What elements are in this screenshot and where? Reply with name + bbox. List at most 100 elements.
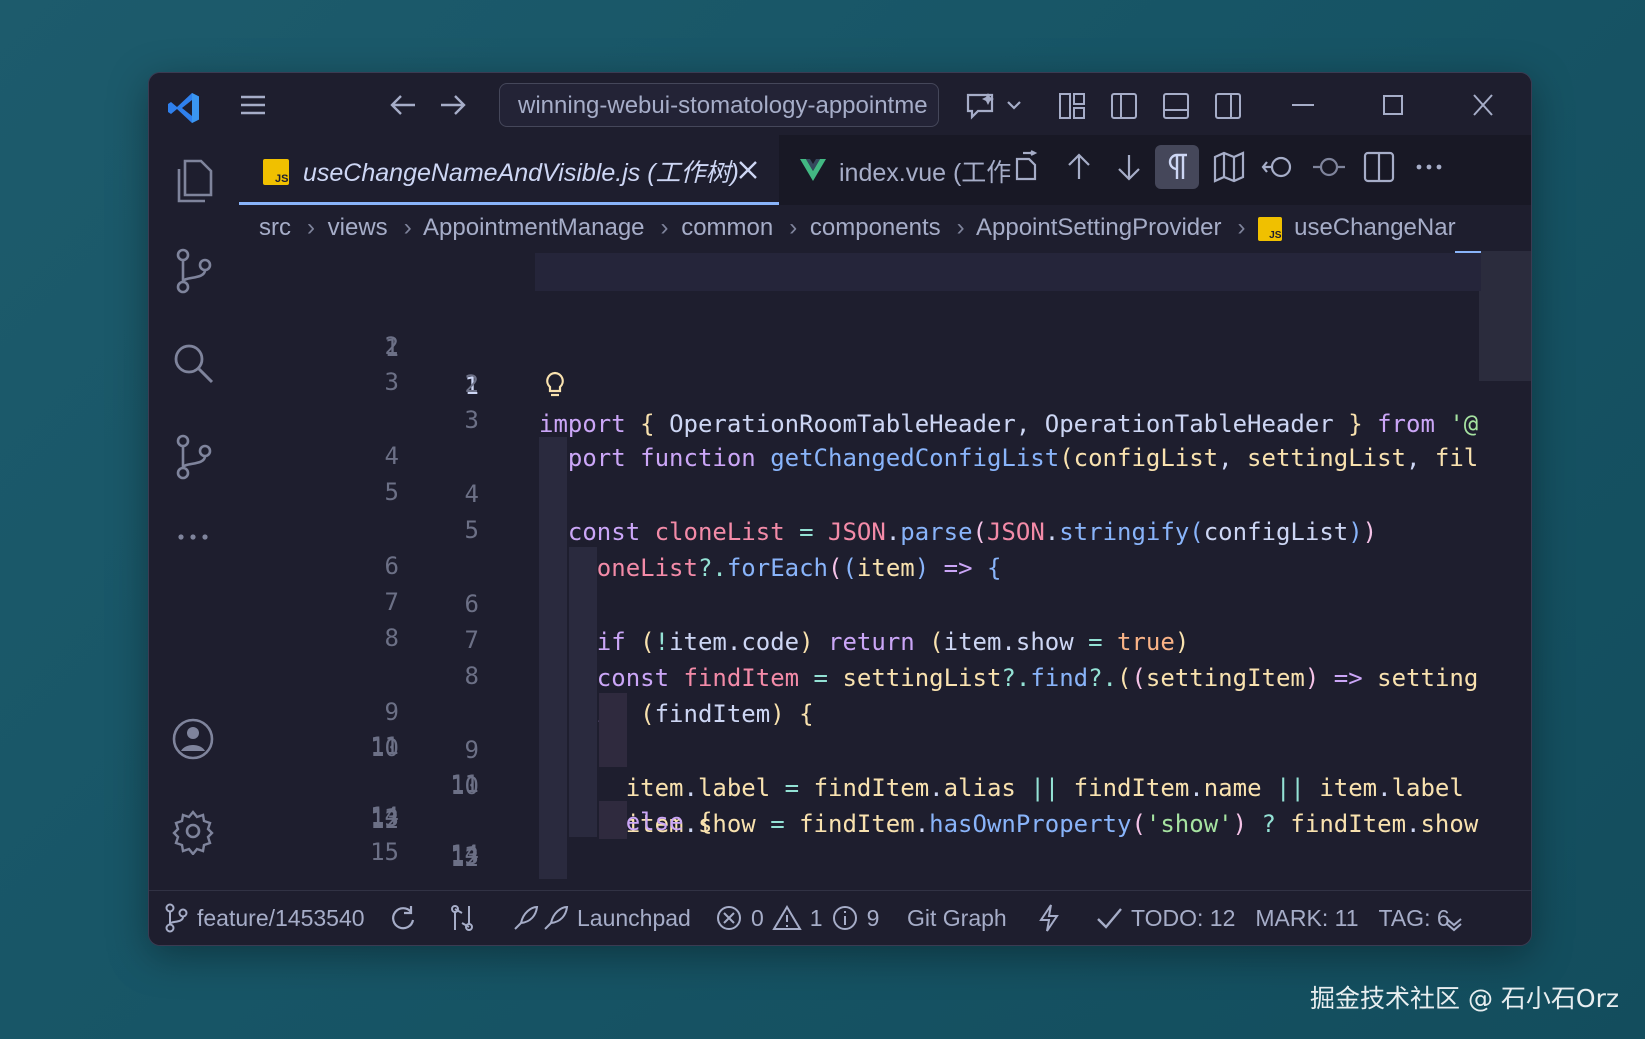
minimap-map-icon[interactable] — [1211, 149, 1247, 185]
error-icon — [715, 904, 743, 932]
branch-indicator[interactable]: feature/1453540 — [163, 901, 365, 935]
warning-icon — [772, 904, 802, 932]
previous-change-icon[interactable] — [1061, 149, 1097, 185]
code-line[interactable]: 12 12 item.show = true — [239, 649, 1531, 872]
code-line[interactable]: 10 10 item.show = findItem.hasOwnPropert… — [239, 577, 1531, 838]
minimize-icon[interactable] — [1289, 93, 1317, 117]
vscode-logo-icon[interactable] — [167, 91, 201, 125]
git-graph-icon[interactable] — [171, 433, 215, 481]
more-views-icon[interactable] — [171, 527, 215, 547]
code-line[interactable]: 4 4 const cloneList = JSON.parse(JSON.st… — [239, 361, 1531, 546]
breadcrumb-item[interactable]: src — [259, 214, 291, 241]
accounts-icon[interactable] — [171, 715, 215, 763]
todo-count: TODO: 12 — [1131, 905, 1236, 931]
git-graph-label: Git Graph — [907, 905, 1007, 931]
branch-name: feature/1453540 — [197, 905, 365, 931]
source-control-icon[interactable] — [171, 247, 215, 295]
chevron-right-icon: › — [956, 214, 965, 241]
breadcrumb-item[interactable]: useChangeNar — [1294, 214, 1455, 241]
problems-indicator[interactable]: 0 1 9 — [715, 901, 879, 935]
timeline-commit-icon[interactable] — [1311, 149, 1347, 185]
vue-file-icon — [799, 157, 827, 183]
git-graph-button[interactable]: Git Graph — [907, 901, 1007, 935]
warning-count: 1 — [809, 905, 823, 931]
breadcrumb-item[interactable]: AppointSettingProvider — [976, 214, 1221, 241]
forward-arrow-icon[interactable] — [439, 93, 467, 117]
git-branch-icon — [163, 903, 189, 933]
toggle-whitespace-icon[interactable] — [1155, 145, 1199, 189]
todo-tree-indicator[interactable]: TODO: 12 MARK: 11 TAG: 6 — [1095, 901, 1450, 935]
close-window-icon[interactable] — [1469, 93, 1497, 117]
search-icon[interactable] — [171, 341, 215, 389]
split-editor-icon[interactable] — [1361, 149, 1397, 185]
indent-guide — [539, 869, 567, 879]
chevron-right-icon: › — [1237, 214, 1246, 241]
git-compare-icon[interactable] — [447, 901, 477, 935]
code-editor[interactable]: 1 1 import { OperationRoomTableHeader, O… — [239, 251, 1531, 879]
code-line[interactable]: 15 15 if (filter) { — [239, 757, 1531, 879]
breadcrumb-item[interactable]: components — [810, 214, 941, 241]
breadcrumb-item[interactable]: common — [681, 214, 773, 241]
sync-icon[interactable] — [389, 901, 417, 935]
tab-index-vue[interactable]: index.vue (工作 — [799, 135, 1099, 205]
code-line[interactable]: 13 13 } — [239, 685, 1531, 870]
code-line[interactable]: 16 16 return cloneList.filter((item) => … — [239, 793, 1531, 879]
code-line[interactable]: 1 1 import { OperationRoomTableHeader, O… — [239, 253, 1531, 438]
code-line[interactable]: 17 17 } else { — [239, 829, 1531, 867]
breadcrumb: src › views › AppointmentManage › common › c… — [259, 205, 1531, 251]
customize-layout-icon[interactable] — [1057, 91, 1087, 121]
chevron-right-icon: › — [789, 214, 798, 241]
maximize-icon[interactable] — [1379, 93, 1407, 117]
launchpad-label: Launchpad — [577, 905, 691, 931]
code-line[interactable]: 11 11 } else { — [239, 613, 1531, 836]
notifications-icon[interactable] — [1443, 905, 1465, 939]
code-line[interactable]: 5 5 cloneList?.forEach((item) => { — [239, 397, 1531, 582]
lightning-icon[interactable] — [1037, 901, 1061, 935]
close-tab-icon[interactable] — [735, 157, 761, 183]
chevron-right-icon: › — [307, 214, 315, 241]
title-bar: winning-webui-stomatology-appointme — [149, 73, 1531, 135]
code-line[interactable]: 14 14 }) — [239, 721, 1531, 879]
vscode-window: winning-webui-stomatology-appointme JS u… — [148, 72, 1532, 946]
timeline-back-icon[interactable] — [1261, 149, 1297, 185]
next-change-icon[interactable] — [1111, 149, 1147, 185]
mark-count: MARK: 11 — [1255, 905, 1359, 931]
current-line-highlight — [535, 253, 1481, 291]
tab-usechangenameandvisible[interactable]: JS useChangeNameAndVisible.js (工作树) — [239, 135, 779, 205]
explorer-icon[interactable] — [171, 157, 215, 205]
line-number: 15 — [429, 871, 479, 879]
command-center-text: winning-webui-stomatology-appointme — [518, 92, 928, 119]
js-file-icon: JS — [1258, 216, 1283, 241]
copilot-chat-icon[interactable] — [964, 91, 1028, 121]
back-arrow-icon[interactable] — [389, 93, 417, 117]
rocket-icon — [511, 903, 569, 933]
tab-label: useChangeNameAndVisible.js (工作树) — [303, 159, 739, 187]
chevron-right-icon: › — [403, 214, 412, 241]
code-line[interactable]: 8 8 if (findItem) { — [239, 505, 1531, 728]
toggle-panel-icon[interactable] — [1161, 91, 1191, 121]
chevron-right-icon: › — [660, 214, 669, 241]
status-bar: feature/1453540 Launchpad 0 1 9 Git Grap… — [149, 890, 1531, 945]
menu-icon[interactable] — [239, 93, 267, 117]
code-line[interactable]: 2 2 — [239, 289, 1531, 398]
checkmark-icon — [1095, 905, 1123, 931]
svg-text:JS: JS — [1269, 230, 1282, 241]
launchpad-button[interactable]: Launchpad — [511, 901, 691, 935]
editor-tabs: JS useChangeNameAndVisible.js (工作树) inde… — [239, 135, 1531, 205]
more-actions-icon[interactable] — [1411, 149, 1447, 185]
info-icon — [831, 904, 859, 932]
tag-count: TAG: 6 — [1378, 905, 1450, 931]
command-center-search[interactable]: winning-webui-stomatology-appointme — [499, 83, 939, 127]
code-line[interactable]: 9 9 item.label = findItem.alias || findI… — [239, 541, 1531, 802]
breadcrumb-item[interactable]: AppointmentManage — [423, 214, 644, 241]
settings-gear-icon[interactable] — [171, 807, 215, 855]
open-changes-icon[interactable] — [1009, 149, 1045, 185]
code-line[interactable]: 6 6 if (!item.code) return (item.show = … — [239, 433, 1531, 656]
toggle-secondary-sidebar-icon[interactable] — [1213, 91, 1243, 121]
toggle-primary-sidebar-icon[interactable] — [1109, 91, 1139, 121]
info-count: 9 — [866, 905, 880, 931]
watermark: 掘金技术社区 @ 石小石Orz — [1310, 984, 1619, 1013]
breadcrumb-item[interactable]: views — [328, 214, 388, 241]
code-line[interactable]: 3 3 export function getChangedConfigList… — [239, 325, 1531, 472]
code-line[interactable]: 7 7 const findItem = settingList?.find?.… — [239, 469, 1531, 692]
